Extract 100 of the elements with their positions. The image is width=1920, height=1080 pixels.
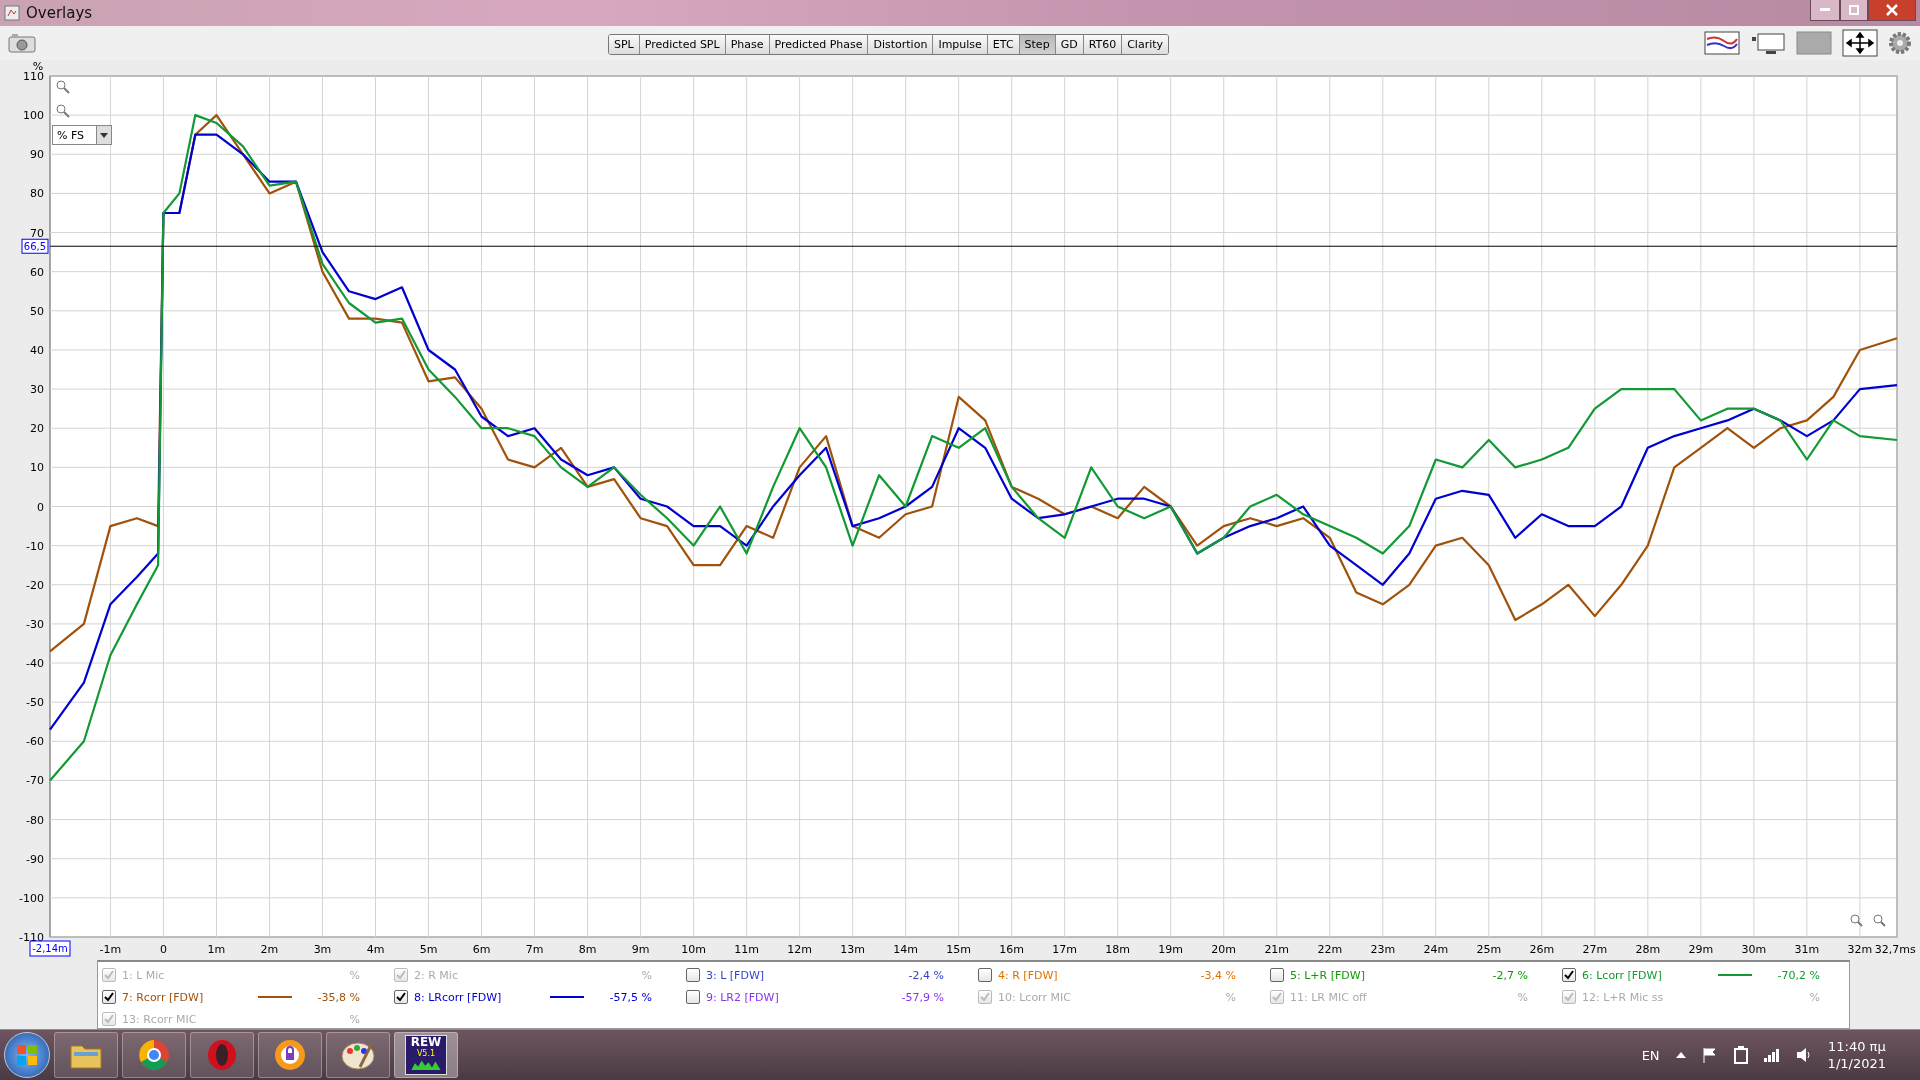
clock[interactable]: 11:40 πμ 1/1/2021 <box>1827 1039 1886 1071</box>
unit-dropdown[interactable]: % FS <box>52 125 112 145</box>
zoom-out-icon[interactable] <box>56 104 70 118</box>
graph-tab[interactable]: RT60 <box>1083 35 1123 54</box>
x-tick-label: 32,7ms <box>1874 943 1916 956</box>
x-tick-label: 6m <box>472 943 491 956</box>
x-tick-label: 26m <box>1529 943 1555 956</box>
y-tick-label: -80 <box>26 813 44 827</box>
settings-icon[interactable] <box>1888 31 1912 55</box>
trace-name: 6: Lcorr [FDW] <box>1582 968 1663 982</box>
y-tick-label: -20 <box>26 578 44 592</box>
trace-checkbox[interactable] <box>686 990 700 1004</box>
flag-icon[interactable] <box>1701 1047 1718 1063</box>
trace-value: % <box>640 968 652 982</box>
x-tick-label: 2m <box>260 943 279 956</box>
graph-lines-icon[interactable] <box>1704 31 1740 55</box>
lock-icon[interactable] <box>273 1038 307 1072</box>
maximize-icon <box>1849 5 1859 15</box>
trace-value: -3,4 % <box>1199 968 1236 982</box>
y-tick-label: 80 <box>30 187 44 201</box>
expand-arrows-icon[interactable] <box>1842 29 1878 57</box>
zoom-in-icon[interactable] <box>1850 914 1863 927</box>
zoom-out-icon[interactable] <box>1873 914 1886 927</box>
trace-value: % <box>348 1012 360 1026</box>
x-tick-label: 16m <box>999 943 1025 956</box>
speaker-icon[interactable] <box>1795 1047 1812 1063</box>
trace-line-sample <box>258 996 292 998</box>
trace-checkbox[interactable] <box>1562 968 1576 982</box>
y-tick-label: 0 <box>37 500 44 514</box>
trace-value: % <box>1516 990 1528 1004</box>
x-tick-label: 3m <box>313 943 332 956</box>
minimize-button[interactable] <box>1810 0 1840 21</box>
x-tick-label: 18m <box>1105 943 1131 956</box>
y-tick-label: 50 <box>30 304 44 318</box>
y-tick-label: 30 <box>30 383 44 397</box>
trace-name: 9: LR2 [FDW] <box>706 990 780 1004</box>
y-tick-label: -30 <box>26 617 44 631</box>
graph-tab[interactable]: Step <box>1019 35 1056 54</box>
language-indicator[interactable]: EN <box>1641 1047 1660 1063</box>
y-tick-label: 40 <box>30 343 44 357</box>
x-tick-label: 31m <box>1794 943 1820 956</box>
x-tick-label: 11m <box>734 943 759 956</box>
y-tick-label: 100 <box>23 109 44 123</box>
graph-tab[interactable]: Predicted SPL <box>639 35 726 54</box>
y-tick-label: 20 <box>30 422 44 436</box>
trace-checkbox[interactable] <box>1270 968 1284 982</box>
graph-tab[interactable]: SPL <box>609 35 640 54</box>
maximize-button[interactable] <box>1840 0 1868 21</box>
trace-name: 8: LRcorr [FDW] <box>414 990 503 1004</box>
palette-icon[interactable] <box>340 1039 376 1071</box>
show-hidden-icon[interactable] <box>1675 1052 1686 1058</box>
y-tick-label: 60 <box>30 265 44 279</box>
graph-tab[interactable]: Phase <box>725 35 770 54</box>
x-tick-label: 17m <box>1052 943 1078 956</box>
graph-tab[interactable]: Predicted Phase <box>769 35 869 54</box>
trace-name: 10: Lcorr MIC <box>998 990 1072 1004</box>
cursor-readout: 66,5 <box>21 238 49 254</box>
trace-value: % <box>348 968 360 982</box>
x-tick-label: 15m <box>946 943 971 956</box>
x-tick-label: 20m <box>1211 943 1237 956</box>
graph-tab[interactable]: Distortion <box>868 35 934 54</box>
x-tick-label: 25m <box>1476 943 1502 956</box>
camera-icon[interactable] <box>8 33 36 53</box>
trace-value: -57,9 % <box>900 990 944 1004</box>
x-tick-label: 27m <box>1582 943 1608 956</box>
start-button[interactable] <box>4 1032 50 1078</box>
x-tick-label: 9m <box>631 943 650 956</box>
trace-value: -57,5 % <box>608 990 652 1004</box>
trace-checkbox[interactable] <box>686 968 700 982</box>
trace-checkbox[interactable] <box>978 968 992 982</box>
x-tick-label: 19m <box>1158 943 1184 956</box>
signal-icon[interactable] <box>1763 1048 1780 1062</box>
caret-icon <box>100 132 108 138</box>
close-button[interactable] <box>1868 0 1916 21</box>
trace-checkbox[interactable] <box>394 990 408 1004</box>
graph-tab[interactable]: Impulse <box>933 35 988 54</box>
browser-icon[interactable] <box>137 1038 171 1072</box>
x-tick-label: 8m <box>578 943 597 956</box>
graph-tab[interactable]: ETC <box>987 35 1020 54</box>
x-tick-label: 32m <box>1847 943 1873 956</box>
trace-checkbox[interactable] <box>102 990 116 1004</box>
battery-icon[interactable] <box>1733 1046 1748 1064</box>
ring-icon[interactable] <box>205 1038 239 1072</box>
x-tick-label: 24m <box>1423 943 1449 956</box>
trace-name: 7: Rcorr [FDW] <box>122 990 205 1004</box>
x-tick-label: 7m <box>525 943 544 956</box>
window-layout-icon[interactable] <box>1750 31 1786 55</box>
trace-name: 3: L [FDW] <box>706 968 766 982</box>
x-tick-label: 22m <box>1317 943 1343 956</box>
close-icon <box>1886 4 1898 16</box>
minimize-icon <box>1820 8 1830 12</box>
window-title: Overlays <box>26 4 93 22</box>
cursor-line[interactable] <box>49 245 1898 247</box>
cursor-readout: -2,14m <box>29 940 71 957</box>
zoom-in-icon[interactable] <box>56 80 70 94</box>
graph-tab[interactable]: GD <box>1055 35 1084 54</box>
graph-tab[interactable]: Clarity <box>1122 35 1169 54</box>
x-tick-label: 12m <box>787 943 812 956</box>
rew-app-icon[interactable]: REW V5.1 <box>405 1035 447 1075</box>
trace-name: 12: L+R Mic ss <box>1582 990 1665 1004</box>
